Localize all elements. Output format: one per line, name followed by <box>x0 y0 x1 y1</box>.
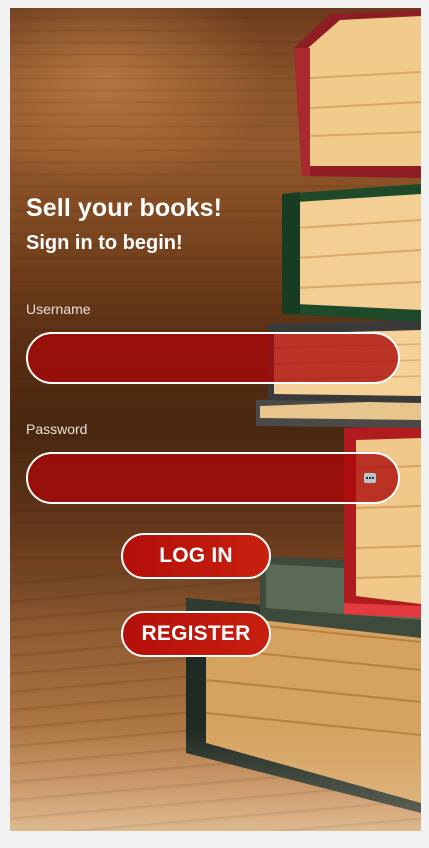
page-headline: Sell your books! <box>26 194 223 222</box>
bottom-light <box>10 728 421 831</box>
password-field-wrapper <box>26 452 400 504</box>
book-green <box>282 184 421 322</box>
password-label: Password <box>26 421 88 437</box>
username-input[interactable] <box>28 334 398 382</box>
login-screen: Sell your books! Sign in to begin! Usern… <box>10 8 421 831</box>
username-label: Username <box>26 301 91 317</box>
username-field-wrapper <box>26 332 400 384</box>
password-input[interactable] <box>28 454 398 502</box>
password-key-icon[interactable] <box>364 473 376 483</box>
login-button[interactable]: LOG IN <box>121 533 271 579</box>
book-top-red <box>294 10 421 178</box>
book-stack-image <box>186 10 421 813</box>
page-subheadline: Sign in to begin! <box>26 232 183 254</box>
register-button[interactable]: REGISTER <box>121 611 271 657</box>
